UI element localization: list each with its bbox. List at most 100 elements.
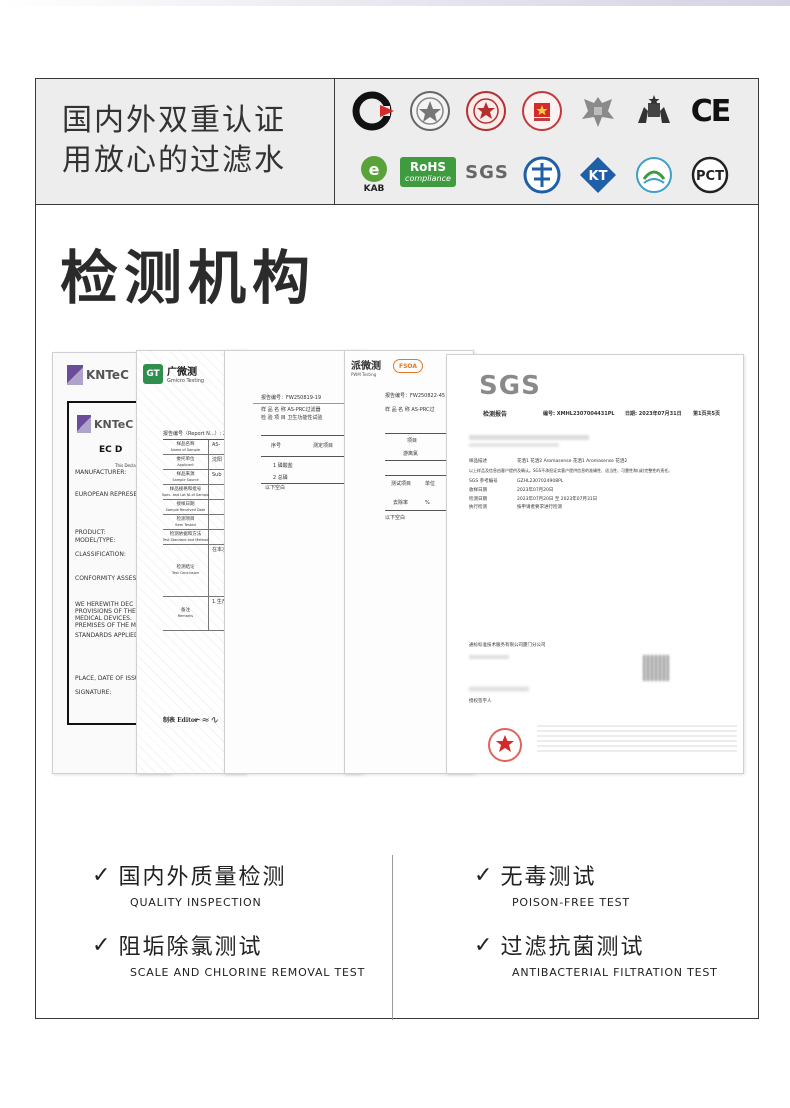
ce-mark-icon: CE [688, 89, 732, 133]
gmicro-row-label: 检测项目 Item Tested [163, 515, 209, 529]
sgs-blurred-line [469, 655, 509, 659]
sgs-report-logo: SGS [479, 371, 541, 401]
function-check-item: 检 验 项 目 卫生功能性试验 [261, 415, 323, 421]
kt-icon: KT [576, 153, 620, 197]
gmicro-row-value [209, 485, 215, 499]
sgs-sign-title: 授权签字人 [469, 699, 492, 704]
feature-subtitle: SCALE AND CHLORINE REMOVAL TEST [130, 966, 366, 979]
certification-badges: CE e KAB RoHS compliance SGS KT PCT [350, 87, 750, 199]
sgs-field-row: 检测日期 2023年07月20日 至 2023年07月31日 [469, 497, 739, 503]
feature-title: ✓ 过滤抗菌测试 [474, 929, 718, 961]
fsoa-item-label: 项目 [407, 438, 418, 444]
function-test-report: 报告编号：FW250819-19 样 品 名 称 AS-PRC过滤器 检 验 项… [224, 350, 362, 774]
check-icon: ✓ [474, 932, 495, 958]
sgs-field-label: 检测日期 [469, 496, 487, 502]
russian-eagle-icon [576, 89, 620, 133]
fsoa-badge: FSOA [393, 359, 423, 373]
gmicro-row-label-en: Sample Received Date [165, 507, 206, 512]
australia-crest-icon [632, 89, 676, 133]
gmicro-row-label-en: Remarks [177, 614, 194, 619]
sgs-red-seal-icon [487, 727, 523, 763]
fsoa-footer: 以下空白 [385, 515, 406, 521]
features-divider [392, 855, 393, 1020]
sgs-report-pages: 第1页共5页 [693, 411, 720, 417]
kntec-field-standards: STANDARDS APPLIED [75, 632, 139, 639]
fsoa-unit: 单位 [425, 481, 436, 487]
gmicro-row-label: 检测结论 Test Conclusion [163, 545, 209, 596]
gmicro-row-label: 备注 Remarks [163, 597, 209, 630]
gmicro-logo-en: Gmicro Testing [167, 378, 205, 384]
gmicro-row-value: Sub [212, 472, 222, 478]
fsoa-item-value: 游离氯 [403, 451, 419, 457]
feature-quality-inspection: ✓ 国内外质量检测 QUALITY INSPECTION [92, 859, 286, 910]
gmicro-row-label-en: Spec. and Lot № of Sample [161, 492, 210, 497]
gmicro-row-value [209, 530, 215, 544]
fsoa-test-item: 测试项目 [391, 481, 412, 487]
kntec-mark-icon [67, 365, 83, 385]
feature-subtitle: QUALITY INSPECTION [130, 896, 262, 909]
sgs-field-row: SGS 参考编号 GZHL2307024908PL [469, 479, 739, 485]
kntec-field-place-date: PLACE, DATE OF ISSU [75, 675, 140, 682]
gmicro-row-label: 检测依据和方法 Test Standard and Method [163, 530, 209, 544]
sgs-field-value: 2023年07月20日 至 2023年07月31日 [517, 496, 598, 502]
gmicro-row-label-en: Applicant [177, 462, 194, 467]
gmicro-row-label-en: Name of Sample [170, 447, 201, 452]
kntec-inner-logo-text: KNTeC [94, 417, 134, 431]
sgs-field-value: 花洒1 花洒2 Aromasense 花洒1 Aromasense 花洒2 [517, 459, 628, 464]
kntec-field-conformity: CONFORMITY ASSES [75, 575, 137, 582]
fsoa-report-no: 报告编号：FW250822-45 [385, 393, 446, 399]
fsoa-logo-cn: 派微测 [351, 361, 381, 372]
kntec-field-representative: EUROPEAN REPRESE [75, 491, 138, 498]
gmicro-row-value [209, 515, 215, 529]
features-section: ✓ 国内外质量检测 QUALITY INSPECTION ✓ 无毒测试 POIS… [36, 839, 758, 1020]
kab-icon: e KAB [352, 149, 396, 199]
header-line-1: 国内外双重认证 [62, 103, 286, 138]
function-item-1: 1 磷酸盐 [273, 463, 293, 469]
sgs-signature [469, 687, 529, 691]
header-text: 国内外双重认证 用放心的过滤水 [62, 101, 322, 181]
rohs-compliance-label: compliance [405, 173, 451, 183]
check-icon: ✓ [474, 862, 495, 888]
kntec-inner-logo: KNTeC [77, 415, 133, 433]
sgs-field-row: 收样日期 2023年07月20日 [469, 488, 739, 494]
feature-title-text: 无毒测试 [500, 865, 597, 890]
fsoa-sample: 样 品 名 称 AS-PRC过 [385, 407, 435, 413]
sgs-field-row: 执行检测 按申请者要求进行检测 [469, 505, 739, 511]
eco-label-icon [632, 153, 676, 197]
certificate-documents: KNTeC KNTeC EC D This Declaration MANUFA… [52, 350, 745, 776]
sgs-field-label: 执行检测 [469, 505, 487, 511]
sgs-field-label: SGS 参考编号 [469, 478, 498, 484]
top-gradient-strip [0, 0, 790, 6]
check-icon: ✓ [92, 932, 113, 958]
sgs-report-date: 日期: 2023年07月31日 [625, 411, 682, 417]
feature-poison-free: ✓ 无毒测试 POISON-FREE TEST [474, 859, 630, 910]
sgs-company: 通标标准技术服务有限公司厦门分公司 [469, 643, 546, 648]
kntec-field-premises: PREMISES OF THE M [75, 622, 136, 629]
sgs-fine-print [537, 725, 737, 755]
feature-scale-chlorine: ✓ 阻垢除氯测试 SCALE AND CHLORINE REMOVAL TEST [92, 929, 366, 980]
kntec-field-manufacturer: MANUFACTURER: [75, 469, 127, 476]
feature-title: ✓ 无毒测试 [474, 859, 630, 891]
rohs-icon: RoHS compliance [400, 157, 456, 187]
kntec-heading: EC D [99, 445, 123, 455]
gmicro-row-label: 委托单位 Applicant [163, 455, 209, 469]
check-icon: ✓ [92, 862, 113, 888]
gmicro-row-label: 样品规格和批号 Spec. and Lot № of Sample [161, 485, 210, 499]
gmicro-row-label-en: Sample Source [172, 477, 199, 482]
function-footer: 以下空白 [265, 485, 286, 491]
sgs-field-value: 按申请者要求进行检测 [517, 505, 562, 511]
feature-antibacterial: ✓ 过滤抗菌测试 ANTIBACTERIAL FILTRATION TEST [474, 929, 718, 980]
kntec-inner-mark-icon [77, 415, 91, 433]
qr-code-icon [643, 655, 669, 681]
kntec-logo: KNTeC [67, 365, 129, 385]
fsoa-badge-label: FSOA [398, 362, 417, 370]
pct-icon: PCT [688, 153, 732, 197]
sgs-field-label: 样品描述 [469, 459, 487, 464]
gmicro-logo: GT 广微测 Gmicro Testing [143, 363, 204, 384]
china-compulsory-cert-icon [352, 89, 396, 133]
sgs-blurred-line [469, 435, 589, 440]
function-col-item: 测定项目 [313, 443, 334, 449]
kntec-field-model: MODEL/TYPE: [75, 537, 116, 544]
gmicro-row-label: 样品来源 Sample Source [163, 470, 209, 484]
sgs-field-row: 样品描述 花洒1 花洒2 Aromasense 花洒1 Aromasense 花洒… [469, 459, 739, 465]
